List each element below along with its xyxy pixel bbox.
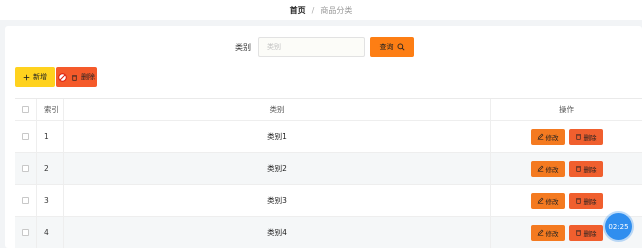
edit-button[interactable]: 修改 — [530, 224, 565, 241]
edit-button-label: 修改 — [545, 197, 559, 206]
header-category: 类别 — [64, 99, 491, 120]
table-row: 3 类别3 修改 删除 — [15, 185, 642, 217]
row-category: 类别1 — [64, 121, 491, 152]
row-category: 类别2 — [64, 153, 491, 184]
row-category-text: 类别3 — [267, 196, 287, 205]
delete-button[interactable]: 删除 — [568, 224, 603, 241]
add-button[interactable]: 新增 — [15, 67, 55, 87]
table-header-row: 索引 类别 操作 — [15, 99, 642, 121]
edit-button[interactable]: 修改 — [530, 160, 565, 177]
trash-icon — [575, 198, 581, 204]
row-checkbox-cell — [15, 121, 37, 152]
row-checkbox-cell — [15, 185, 37, 216]
edit-button[interactable]: 修改 — [530, 192, 565, 209]
row-checkbox[interactable] — [22, 229, 29, 236]
delete-button-label: 删除 — [583, 229, 597, 238]
add-button-label: 新增 — [33, 73, 47, 81]
search-input[interactable] — [258, 37, 365, 57]
row-checkbox-cell — [15, 153, 37, 184]
plus-icon — [23, 74, 30, 80]
category-table: 索引 类别 操作 1 类别1 修改 删除 2 类别2 修改 删除 3 类别3 修… — [15, 98, 642, 248]
breadcrumb-current: 商品分类 — [320, 5, 353, 15]
table-row: 4 类别4 修改 删除 — [15, 217, 642, 248]
row-actions: 修改 删除 — [491, 185, 642, 216]
row-index: 1 — [37, 121, 64, 152]
delete-button-label: 删除 — [583, 133, 597, 142]
trash-icon — [575, 166, 581, 172]
edit-button-label: 修改 — [545, 133, 559, 142]
row-category: 类别4 — [64, 217, 491, 248]
row-category-text: 类别1 — [267, 132, 287, 141]
row-checkbox-cell — [15, 217, 37, 248]
row-index: 4 — [37, 217, 64, 248]
row-checkbox[interactable] — [22, 165, 29, 172]
pencil-icon — [537, 197, 543, 204]
delete-button[interactable]: 删除 — [568, 160, 603, 177]
header-actions: 操作 — [559, 105, 574, 114]
search-icon — [397, 43, 405, 51]
row-category: 类别3 — [64, 185, 491, 216]
row-checkbox[interactable] — [22, 133, 29, 140]
trash-icon — [575, 230, 581, 236]
trash-icon — [575, 134, 581, 140]
table-row: 2 类别2 修改 删除 — [15, 153, 642, 185]
delete-button[interactable]: 删除 — [568, 128, 603, 145]
header-index: 索引 — [37, 99, 64, 120]
pencil-icon — [537, 229, 543, 236]
breadcrumb: 首页 / 商品分类 — [0, 0, 642, 20]
pencil-icon — [537, 133, 543, 140]
pencil-icon — [537, 165, 543, 172]
breadcrumb-separator: / — [311, 5, 315, 15]
row-actions: 修改 删除 — [491, 121, 642, 152]
table-row: 1 类别1 修改 删除 — [15, 121, 642, 153]
breadcrumb-home[interactable]: 首页 — [290, 5, 306, 16]
trash-icon — [72, 74, 77, 81]
header-checkbox-cell — [15, 99, 37, 120]
ban-icon — [58, 72, 67, 82]
row-index: 2 — [37, 153, 64, 184]
row-category-text: 类别4 — [267, 228, 287, 237]
row-category-text: 类别2 — [267, 164, 287, 173]
row-actions: 修改 删除 — [491, 153, 642, 184]
query-button-label: 查询 — [379, 43, 394, 51]
edit-button-label: 修改 — [545, 165, 559, 174]
batch-delete-button[interactable]: 删除 — [56, 67, 97, 87]
edit-button-label: 修改 — [545, 229, 559, 238]
batch-delete-label: 删除 — [81, 73, 95, 81]
row-index: 3 — [37, 185, 64, 216]
delete-button-label: 删除 — [583, 197, 597, 206]
edit-button[interactable]: 修改 — [530, 128, 565, 145]
delete-button-label: 删除 — [583, 165, 597, 174]
delete-button[interactable]: 删除 — [568, 192, 603, 209]
row-checkbox[interactable] — [22, 197, 29, 204]
search-bar: 类别 查询 — [5, 36, 642, 58]
query-button[interactable]: 查询 — [370, 37, 414, 57]
search-label: 类别 — [235, 43, 251, 52]
main-panel: 类别 查询 新增 删除 — [5, 26, 642, 248]
select-all-checkbox[interactable] — [22, 106, 29, 113]
clock-badge[interactable]: 02:25 — [605, 213, 632, 240]
